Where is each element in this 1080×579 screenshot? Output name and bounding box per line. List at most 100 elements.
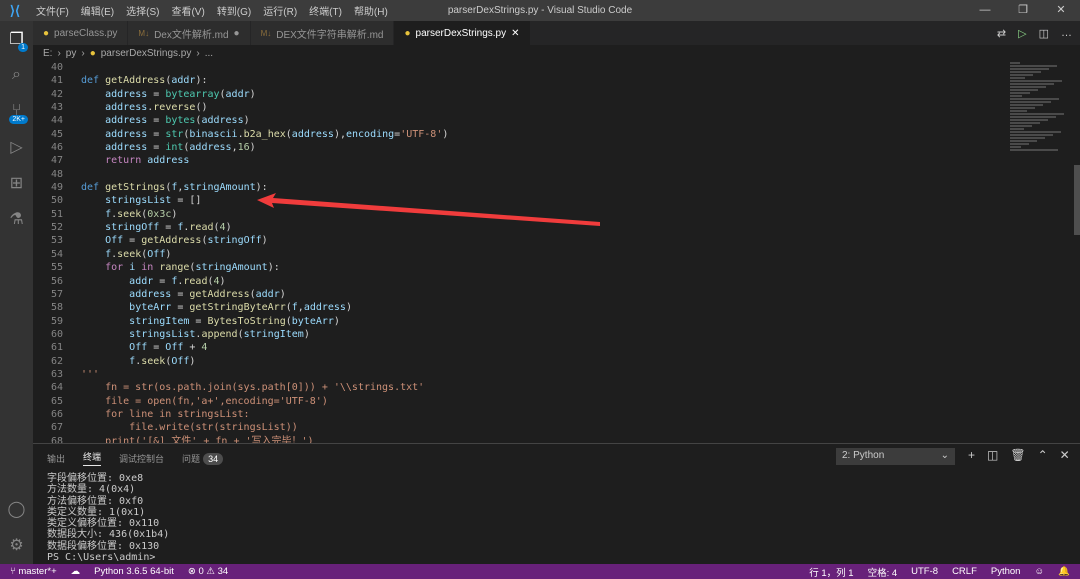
split-terminal-icon[interactable]: ◫ — [987, 448, 998, 462]
code-line[interactable]: 51 f.seek(0x3c) — [33, 208, 1073, 221]
testing-flask-icon[interactable]: ⚗ — [0, 201, 33, 237]
code-line[interactable]: 52 stringOff = f.read(4) — [33, 221, 1073, 234]
editor-scrollbar[interactable] — [1074, 165, 1080, 235]
tab-output[interactable]: 输出 — [47, 452, 65, 465]
minimize-icon[interactable]: — — [966, 0, 1004, 21]
menu-item[interactable]: 选择(S) — [120, 3, 165, 18]
breadcrumb-folder[interactable]: py — [66, 48, 77, 59]
code-line[interactable]: 54 f.seek(Off) — [33, 248, 1073, 261]
tab-parserdexstrings[interactable]: ● parserDexStrings.py ✕ — [394, 21, 531, 45]
new-terminal-icon[interactable]: + — [968, 448, 975, 462]
menu-item[interactable]: 编辑(E) — [75, 3, 120, 18]
code-line[interactable]: 49 def getStrings(f,stringAmount): — [33, 181, 1073, 194]
search-icon[interactable]: ⌕ — [0, 57, 33, 93]
minimap-line — [1010, 77, 1025, 79]
account-icon[interactable]: ◯ — [0, 491, 33, 527]
code-line[interactable]: 48 — [33, 168, 1073, 181]
menu-item[interactable]: 文件(F) — [30, 3, 75, 18]
python-interpreter[interactable]: Python 3.6.5 64-bit — [94, 566, 174, 577]
code-line[interactable]: 47 return address — [33, 154, 1073, 167]
encoding[interactable]: UTF-8 — [911, 566, 938, 577]
code-line[interactable]: 66 for line in stringsList: — [33, 408, 1073, 421]
close-tab-icon[interactable]: ✕ — [511, 28, 519, 39]
close-window-icon[interactable]: ✕ — [1042, 0, 1080, 21]
code-token: file.write(str(stringsList)) — [81, 422, 298, 434]
language-mode[interactable]: Python — [991, 566, 1021, 577]
menu-item[interactable]: 转到(G) — [211, 3, 257, 18]
minimap-line — [1010, 122, 1040, 124]
code-line[interactable]: 59 stringItem = BytesToString(byteArr) — [33, 315, 1073, 328]
cursor-position[interactable]: 行 1，列 1 — [809, 565, 853, 579]
tab-terminal[interactable]: 终端 — [83, 450, 102, 466]
problems-status[interactable]: ⊗ 0 ⚠ 34 — [188, 566, 228, 577]
code-line[interactable]: 57 address = getAddress(addr) — [33, 288, 1073, 301]
breadcrumb-symbol[interactable]: ... — [205, 48, 213, 59]
minimap-line — [1010, 140, 1037, 142]
extensions-icon[interactable]: ⊞ — [0, 165, 33, 201]
settings-gear-icon[interactable]: ⚙ — [0, 527, 33, 563]
tab-dex-strings-md[interactable]: M↓ DEX文件字符串解析.md — [250, 21, 395, 45]
split-editor-icon[interactable]: ◫ — [1039, 27, 1049, 40]
code-line[interactable]: 64 fn = str(os.path.join(sys.path[0])) +… — [33, 381, 1073, 394]
minimap-line — [1010, 101, 1051, 103]
code-line[interactable]: 41 def getAddress(addr): — [33, 74, 1073, 87]
menu-item[interactable]: 终端(T) — [303, 3, 348, 18]
code-text: byteArr = getStringByteArr(f,address) — [63, 301, 352, 314]
code-line[interactable]: 40 — [33, 61, 1073, 74]
code-line[interactable]: 45 address = str(binascii.b2a_hex(addres… — [33, 128, 1073, 141]
code-line[interactable]: 63 ''' — [33, 368, 1073, 381]
editor-tabs: ● parseClass.py M↓ Dex文件解析.md ● M↓ DEX文件字符串解… — [33, 21, 1080, 45]
minimap[interactable] — [1010, 61, 1070, 161]
explorer-icon[interactable]: ❐ 1 — [0, 21, 33, 57]
code-line[interactable]: 68 print('[&] 文件' + fn + '写入完毕！') — [33, 435, 1073, 443]
feedback-icon[interactable]: ☺ — [1034, 566, 1044, 577]
code-line[interactable]: 50 stringsList = [] — [33, 194, 1073, 207]
code-line[interactable]: 44 address = bytes(address) — [33, 114, 1073, 127]
code-token: address — [105, 115, 148, 127]
code-line[interactable]: 43 address.reverse() — [33, 101, 1073, 114]
maximize-panel-icon[interactable]: ⌃ — [1038, 448, 1048, 462]
breadcrumb-drive[interactable]: E: — [43, 48, 52, 59]
tab-problems[interactable]: 问题 34 — [182, 452, 224, 465]
minimap-line — [1010, 80, 1062, 82]
code-line[interactable]: 60 stringsList.append(stringItem) — [33, 328, 1073, 341]
more-icon[interactable]: … — [1061, 27, 1072, 39]
trash-icon[interactable]: 🗑 — [1010, 448, 1025, 462]
menu-item[interactable]: 帮助(H) — [348, 3, 394, 18]
sync-cloud-icon[interactable]: ☁ — [71, 566, 81, 577]
menu-item[interactable]: 运行(R) — [257, 3, 303, 18]
run-debug-icon[interactable]: ▷ — [0, 129, 33, 165]
compare-icon[interactable]: ⇄ — [997, 27, 1006, 40]
code-line[interactable]: 62 f.seek(Off) — [33, 355, 1073, 368]
code-line[interactable]: 67 file.write(str(stringsList)) — [33, 421, 1073, 434]
line-ending[interactable]: CRLF — [952, 566, 977, 577]
terminal-select[interactable]: 2: Python ⌄ — [836, 448, 955, 465]
code-line[interactable]: 46 address = int(address,16) — [33, 141, 1073, 154]
terminal-output[interactable]: 字段偏移位置: 0xe8 方法数量: 4(0x4) 方法偏移位置: 0xf0 类定义数… — [47, 473, 169, 563]
close-panel-icon[interactable]: ✕ — [1060, 448, 1070, 462]
breadcrumb-file[interactable]: parserDexStrings.py — [101, 48, 192, 59]
tab-parseclass[interactable]: ● parseClass.py — [33, 21, 129, 45]
notifications-bell-icon[interactable]: 🔔 — [1058, 566, 1070, 577]
code-token: 'UTF-8' — [400, 128, 443, 140]
menu-item[interactable]: 查看(V) — [165, 3, 210, 18]
line-number: 61 — [50, 342, 63, 354]
branch-status[interactable]: ⑂ master*+ — [10, 566, 57, 577]
indentation[interactable]: 空格: 4 — [868, 565, 898, 579]
code-line[interactable]: 55 for i in range(stringAmount): — [33, 261, 1073, 274]
source-control-icon[interactable]: ⑂ 2K+ — [0, 93, 33, 129]
code-line[interactable]: 56 addr = f.read(4) — [33, 275, 1073, 288]
tab-dex-md[interactable]: M↓ Dex文件解析.md ● — [128, 21, 251, 45]
tab-debug-console[interactable]: 调试控制台 — [119, 452, 164, 465]
code-line[interactable]: 61 Off = Off + 4 — [33, 341, 1073, 354]
code-line[interactable]: 65 file = open(fn,'a+',encoding='UTF-8') — [33, 395, 1073, 408]
code-text: def getAddress(addr): — [63, 74, 207, 87]
run-icon[interactable]: ▷ — [1018, 27, 1026, 40]
code-text: stringOff = f.read(4) — [63, 221, 232, 234]
code-editor[interactable]: 40 41 def getAddress(addr): 42 address = by… — [33, 61, 1073, 443]
restore-icon[interactable]: ❐ — [1004, 0, 1042, 21]
code-line[interactable]: 53 Off = getAddress(stringOff) — [33, 234, 1073, 247]
code-line[interactable]: 42 address = bytearray(addr) — [33, 88, 1073, 101]
code-line[interactable]: 58 byteArr = getStringByteArr(f,address) — [33, 301, 1073, 314]
